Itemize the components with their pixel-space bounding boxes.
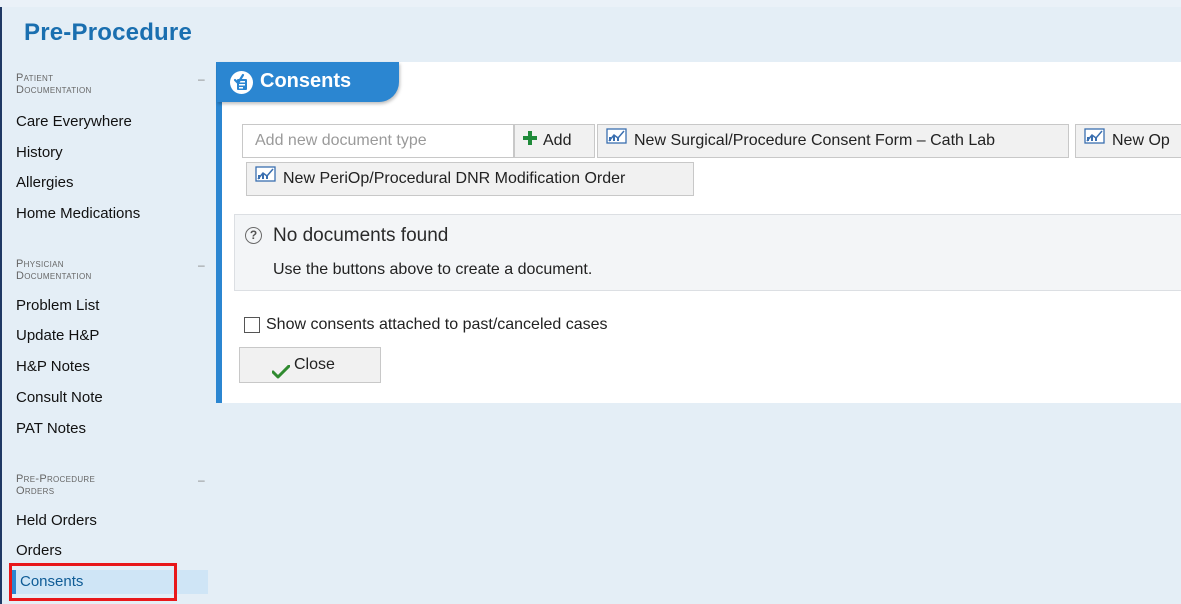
sidebar-item-home-medications[interactable]: Home Medications — [16, 202, 206, 226]
add-button-label: Add — [543, 132, 572, 150]
section-header-line2: Orders — [16, 485, 55, 497]
section-header-pre-procedure-orders: Pre-Procedure Orders — [16, 473, 196, 497]
panel-title: Consents — [260, 70, 352, 92]
sidebar-item-update-hp[interactable]: Update H&P — [16, 324, 206, 348]
new-surgical-consent-label: New Surgical/Procedure Consent Form – Ca… — [634, 132, 996, 150]
add-document-type-input[interactable] — [242, 124, 514, 158]
help-icon: ? — [245, 227, 262, 244]
top-strip — [0, 0, 1181, 7]
new-op-button[interactable]: New Op — [1075, 124, 1181, 158]
new-periop-dnr-label: New PeriOp/Procedural DNR Modification O… — [283, 170, 626, 188]
section-header-line2: Documentation — [16, 84, 92, 96]
show-past-consents-label[interactable]: Show consents attached to past/canceled … — [266, 316, 608, 334]
plus-icon — [523, 125, 537, 157]
sidebar-item-pat-notes[interactable]: PAT Notes — [16, 417, 206, 441]
new-periop-dnr-button[interactable]: New PeriOp/Procedural DNR Modification O… — [246, 162, 694, 196]
chart-document-icon — [606, 125, 628, 157]
section-header-line1: Patient — [16, 72, 54, 84]
consents-panel-header: Consents — [217, 62, 399, 102]
chart-document-icon — [1084, 125, 1106, 157]
sidebar-item-hp-notes[interactable]: H&P Notes — [16, 355, 206, 379]
highlight-annotation — [9, 563, 177, 601]
close-button[interactable]: Close — [239, 347, 381, 383]
empty-state-subtitle: Use the buttons above to create a docume… — [273, 261, 593, 278]
sidebar-item-held-orders[interactable]: Held Orders — [16, 509, 206, 533]
section-header-line1: Pre-Procedure — [16, 473, 96, 485]
sidebar-item-allergies[interactable]: Allergies — [16, 171, 206, 195]
consent-document-icon — [230, 71, 253, 94]
new-surgical-consent-button[interactable]: New Surgical/Procedure Consent Form – Ca… — [597, 124, 1069, 158]
show-past-consents-checkbox[interactable] — [244, 317, 260, 333]
section-header-physician-documentation: Physician Documentation — [16, 258, 196, 282]
chart-document-icon — [255, 163, 277, 195]
close-button-label: Close — [294, 356, 335, 373]
add-button[interactable]: Add — [514, 124, 595, 158]
sidebar-item-history[interactable]: History — [16, 141, 206, 165]
sidebar-item-consult-note[interactable]: Consult Note — [16, 386, 206, 410]
sidebar-item-problem-list[interactable]: Problem List — [16, 294, 206, 318]
collapse-icon[interactable]: – — [198, 473, 205, 487]
empty-state-title: No documents found — [273, 225, 449, 246]
section-header-patient-documentation: Patient Documentation — [16, 72, 196, 96]
collapse-icon[interactable]: – — [198, 258, 205, 272]
empty-state: ? No documents found Use the buttons abo… — [234, 214, 1181, 291]
section-header-line1: Physician — [16, 258, 64, 270]
new-op-label: New Op — [1112, 132, 1170, 150]
page-title: Pre-Procedure — [24, 19, 192, 46]
sidebar-item-care-everywhere[interactable]: Care Everywhere — [16, 110, 206, 134]
sidebar-item-orders[interactable]: Orders — [16, 539, 206, 563]
section-header-line2: Documentation — [16, 270, 92, 282]
collapse-icon[interactable]: – — [198, 72, 205, 86]
checkmark-icon — [271, 358, 291, 392]
